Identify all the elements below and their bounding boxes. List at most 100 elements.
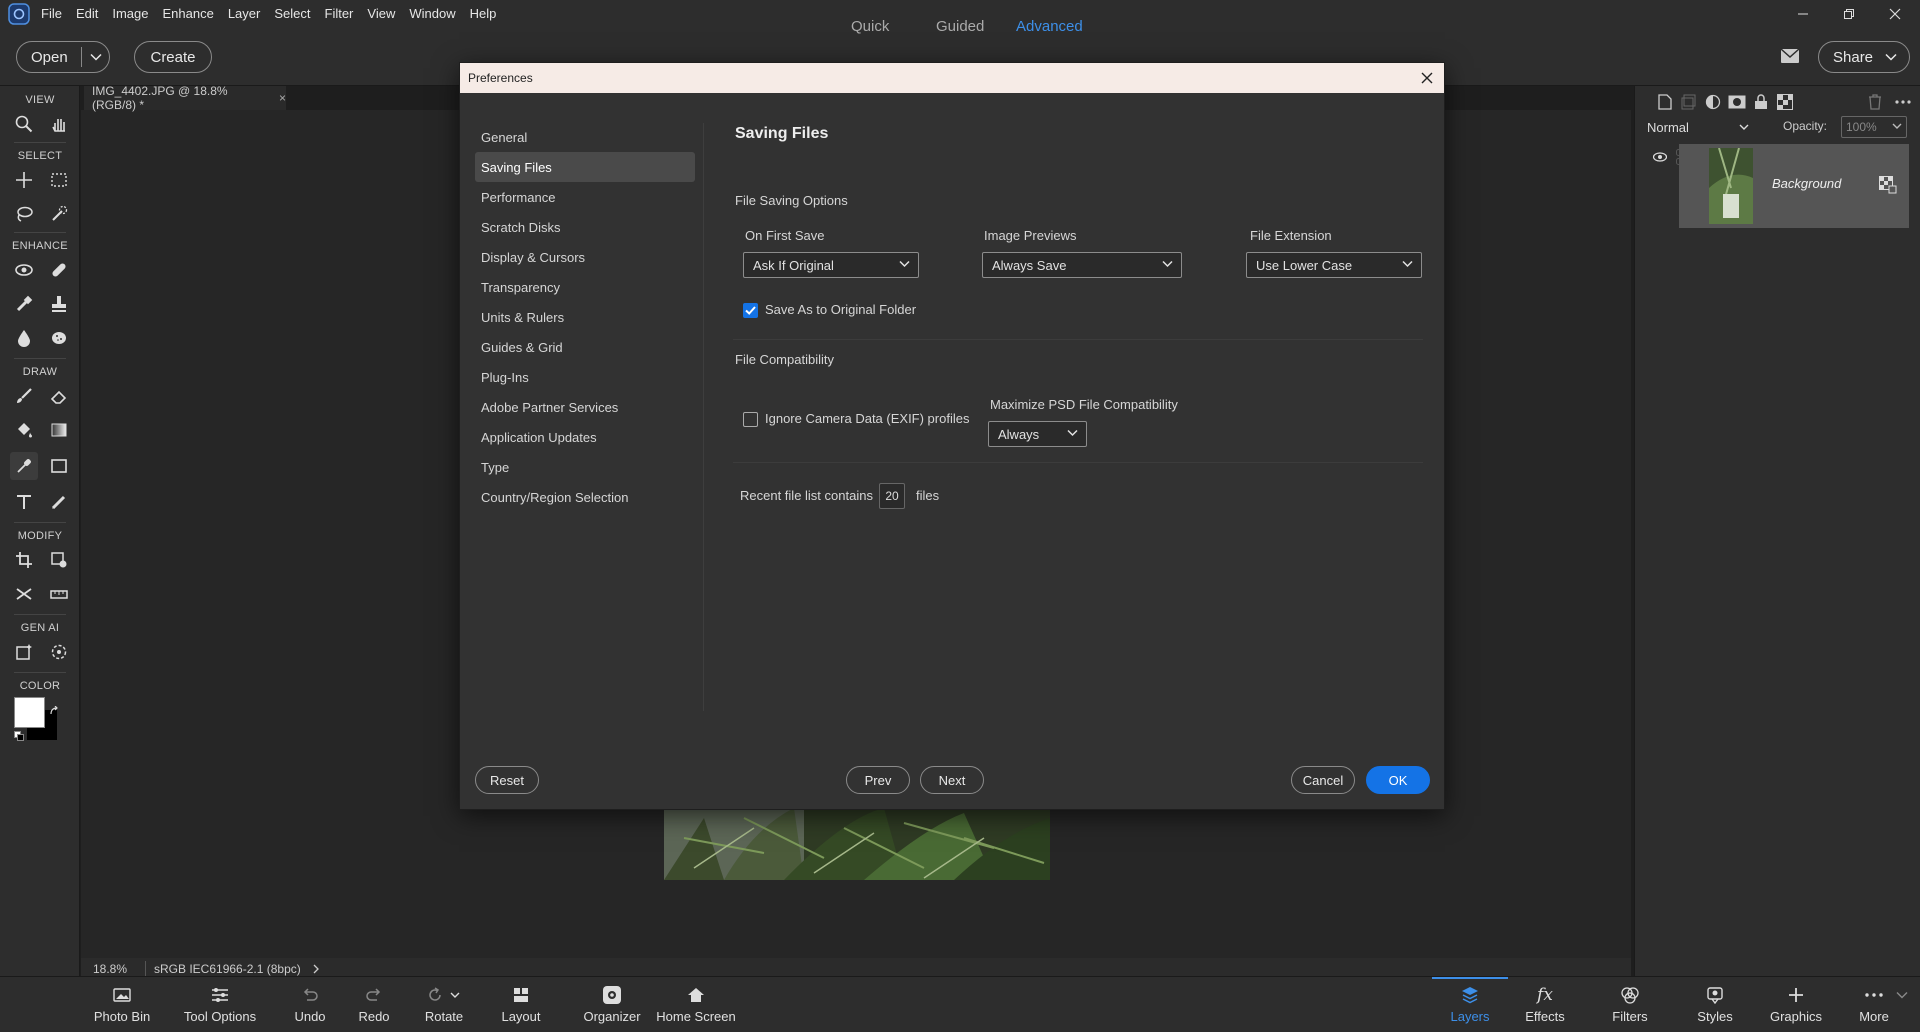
lasso-tool-icon[interactable] [10, 200, 38, 228]
lock-icon[interactable] [1749, 90, 1773, 114]
nav-country-region-selection[interactable]: Country/Region Selection [475, 482, 695, 512]
zoom-level[interactable]: 18.8% [81, 962, 137, 976]
close-window-icon[interactable] [1872, 0, 1918, 28]
ignore-camera-data-checkbox[interactable] [743, 412, 758, 427]
effects-panel-button[interactable]: fx Effects [1515, 983, 1575, 1031]
restore-icon[interactable] [1826, 0, 1872, 28]
healing-brush-tool-icon[interactable] [45, 256, 73, 284]
undo-button[interactable]: Undo [290, 983, 330, 1031]
filters-panel-button[interactable]: Filters [1600, 983, 1660, 1031]
layout-button[interactable]: Layout [498, 983, 544, 1031]
lock-transparency-icon[interactable] [1773, 90, 1797, 114]
new-layer-icon[interactable] [1653, 90, 1677, 114]
menu-edit[interactable]: Edit [69, 0, 105, 28]
ignore-camera-data-label[interactable]: Ignore Camera Data (EXIF) profiles [765, 411, 969, 426]
close-icon[interactable] [1416, 67, 1438, 89]
eyedropper-tool-icon[interactable] [10, 452, 38, 480]
hand-tool-icon[interactable] [45, 110, 73, 138]
gradient-tool-icon[interactable] [45, 416, 73, 444]
swap-colors-icon[interactable] [49, 706, 59, 716]
nav-display-cursors[interactable]: Display & Cursors [475, 242, 695, 272]
organizer-button[interactable]: Organizer [582, 983, 642, 1031]
smart-brush-tool-icon[interactable] [10, 290, 38, 318]
maximize-psd-dropdown[interactable]: Always [988, 421, 1087, 447]
blur-tool-icon[interactable] [10, 324, 38, 352]
content-aware-move-tool-icon[interactable] [10, 580, 38, 608]
home-screen-button[interactable]: Home Screen [656, 983, 736, 1031]
recent-files-count-input[interactable]: 20 [879, 483, 905, 509]
default-colors-icon[interactable] [14, 731, 24, 741]
create-button[interactable]: Create [134, 41, 212, 73]
type-tool-icon[interactable] [10, 488, 38, 516]
opacity-field[interactable]: 100% [1841, 116, 1907, 138]
minimize-icon[interactable] [1780, 0, 1826, 28]
nav-performance[interactable]: Performance [475, 182, 695, 212]
menu-filter[interactable]: Filter [318, 0, 361, 28]
on-first-save-dropdown[interactable]: Ask If Original [743, 252, 919, 278]
blend-mode-select[interactable]: Normal [1643, 116, 1753, 138]
reset-button[interactable]: Reset [475, 766, 539, 794]
menu-help[interactable]: Help [463, 0, 504, 28]
more-options-icon[interactable] [1891, 90, 1915, 114]
app-logo-icon[interactable] [4, 0, 34, 28]
tab-guided[interactable]: Guided [936, 18, 984, 35]
save-as-original-checkbox[interactable] [743, 303, 758, 318]
layers-panel-button[interactable]: Layers [1440, 983, 1500, 1031]
layer-name[interactable]: Background [1772, 176, 1841, 191]
foreground-color-swatch[interactable] [14, 697, 45, 728]
menu-enhance[interactable]: Enhance [156, 0, 221, 28]
graphics-panel-button[interactable]: Graphics [1764, 983, 1828, 1031]
crop-tool-icon[interactable] [10, 546, 38, 574]
nav-general[interactable]: General [475, 122, 695, 152]
menu-image[interactable]: Image [105, 0, 155, 28]
chevron-right-icon[interactable] [313, 964, 319, 974]
photo-bin-button[interactable]: Photo Bin [92, 983, 152, 1031]
layer-row-background[interactable]: Background [1679, 144, 1909, 228]
menu-file[interactable]: File [34, 0, 69, 28]
chevron-down-icon[interactable] [1896, 991, 1908, 999]
menu-view[interactable]: View [360, 0, 402, 28]
tab-advanced[interactable]: Advanced [1016, 18, 1083, 35]
nav-guides-grid[interactable]: Guides & Grid [475, 332, 695, 362]
more-panel-button[interactable]: More [1848, 983, 1900, 1031]
next-button[interactable]: Next [920, 766, 984, 794]
recompose-tool-icon[interactable] [45, 546, 73, 574]
sponge-tool-icon[interactable] [45, 324, 73, 352]
file-extension-dropdown[interactable]: Use Lower Case [1246, 252, 1422, 278]
tab-quick[interactable]: Quick [851, 18, 889, 35]
save-as-original-label[interactable]: Save As to Original Folder [765, 302, 916, 317]
close-tab-icon[interactable]: × [279, 91, 286, 105]
nav-transparency[interactable]: Transparency [475, 272, 695, 302]
rotate-button[interactable]: Rotate [422, 983, 466, 1031]
nav-adobe-partner-services[interactable]: Adobe Partner Services [475, 392, 695, 422]
open-button[interactable]: Open [16, 41, 110, 73]
eraser-tool-icon[interactable] [45, 382, 73, 410]
adjustment-layer-icon[interactable] [1701, 90, 1725, 114]
marquee-tool-icon[interactable] [45, 166, 73, 194]
clone-stamp-tool-icon[interactable] [45, 290, 73, 318]
new-group-icon[interactable] [1677, 90, 1701, 114]
nav-saving-files[interactable]: Saving Files [475, 152, 695, 182]
red-eye-tool-icon[interactable] [10, 256, 38, 284]
tool-options-button[interactable]: Tool Options [180, 983, 260, 1031]
styles-panel-button[interactable]: Styles [1685, 983, 1745, 1031]
nav-type[interactable]: Type [475, 452, 695, 482]
share-button[interactable]: Share [1818, 41, 1910, 73]
zoom-tool-icon[interactable] [10, 110, 38, 138]
move-tool-icon[interactable] [10, 166, 38, 194]
straighten-tool-icon[interactable] [45, 580, 73, 608]
nav-plug-ins[interactable]: Plug-Ins [475, 362, 695, 392]
image-previews-dropdown[interactable]: Always Save [982, 252, 1182, 278]
nav-units-rulers[interactable]: Units & Rulers [475, 302, 695, 332]
generative-fill-tool-icon[interactable] [10, 638, 38, 666]
chevron-down-icon[interactable] [82, 53, 102, 61]
quick-selection-tool-icon[interactable] [45, 200, 73, 228]
menu-select[interactable]: Select [267, 0, 317, 28]
document-tab[interactable]: IMG_4402.JPG @ 18.8% (RGB/8) * × [84, 84, 286, 112]
ok-button[interactable]: OK [1366, 766, 1430, 794]
nav-application-updates[interactable]: Application Updates [475, 422, 695, 452]
menu-layer[interactable]: Layer [221, 0, 268, 28]
nav-scratch-disks[interactable]: Scratch Disks [475, 212, 695, 242]
visibility-eye-icon[interactable] [1653, 152, 1667, 162]
prev-button[interactable]: Prev [846, 766, 910, 794]
